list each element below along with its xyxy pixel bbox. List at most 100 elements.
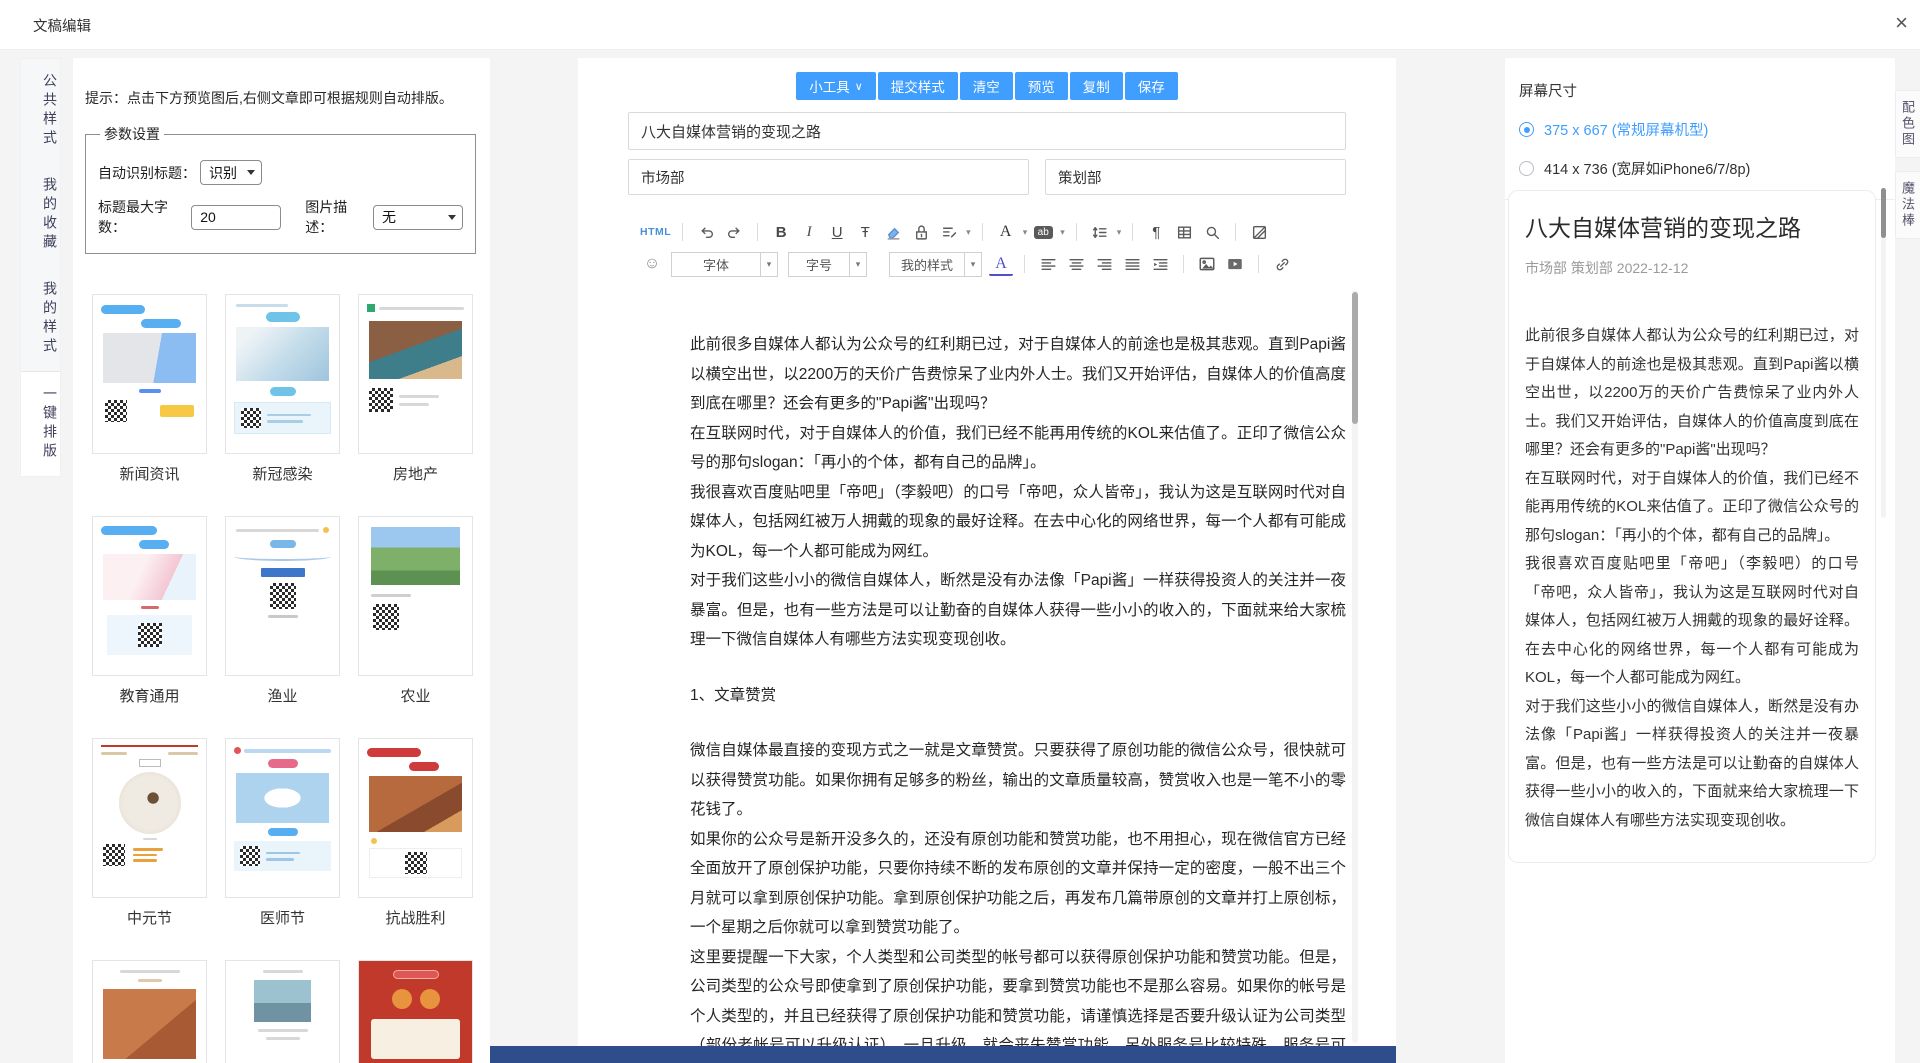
align-left-icon[interactable] [1036, 252, 1060, 276]
copy-button[interactable]: 复制 [1070, 72, 1123, 100]
template-label: 抗战胜利 [358, 907, 473, 927]
article-title-input[interactable] [628, 112, 1346, 150]
template-cell: 房地产 [358, 294, 473, 483]
screen-size-option-414[interactable]: 414 x 736 (宽屏如iPhone6/7/8p) [1519, 158, 1895, 179]
template-card-news[interactable] [92, 294, 207, 454]
window-title: 文稿编辑 [33, 15, 91, 36]
paragraph: 我很喜欢百度贴吧里「帝吧」（李毅吧）的口号「帝吧，众人皆帝」，我认为这是互联网时… [690, 478, 1346, 567]
text-rule-edit-icon[interactable] [937, 220, 961, 244]
template-art [226, 970, 339, 1040]
eraser-icon[interactable] [881, 220, 905, 244]
paragraph-mark-button[interactable]: ¶ [1144, 220, 1168, 244]
chevron-down-icon[interactable]: ▾ [966, 227, 971, 238]
insert-link-icon[interactable] [1270, 252, 1294, 276]
format-brush-icon[interactable] [909, 220, 933, 244]
chevron-down-icon[interactable]: ▾ [1060, 227, 1065, 238]
font-color-button[interactable]: A [994, 220, 1018, 244]
paragraph: 在互联网时代，对于自媒体人的价值，我们已经不能再用传统的KOL来估值了。正印了微… [690, 419, 1346, 478]
undo-icon[interactable] [694, 220, 718, 244]
scrollbar-thumb[interactable] [1881, 188, 1886, 238]
preview-body: 此前很多自媒体人都认为公众号的红利期已过，对于自媒体人的前途也是极其悲观。直到P… [1525, 322, 1859, 863]
tab-color-scheme[interactable]: 配色图 [1895, 90, 1920, 158]
template-cell: 新闻资讯 [92, 294, 207, 483]
template-art [226, 747, 339, 871]
template-art [359, 970, 472, 1059]
my-style-select[interactable]: 我的样式 ▾ [889, 252, 982, 277]
template-art [359, 748, 472, 878]
line-height-icon[interactable] [1088, 220, 1112, 244]
chevron-down-icon: ▾ [849, 253, 866, 276]
template-card-victory[interactable] [358, 738, 473, 898]
insert-video-icon[interactable] [1223, 252, 1247, 276]
toolbar-divider [982, 223, 983, 241]
template-label: 教育通用 [92, 685, 207, 705]
preview-button[interactable]: 预览 [1015, 72, 1068, 100]
template-label: 新闻资讯 [92, 463, 207, 483]
max-chars-input[interactable] [191, 205, 281, 230]
align-justify-icon[interactable] [1120, 252, 1144, 276]
tab-one-click-layout[interactable]: 一键排版 [21, 371, 60, 476]
align-right-icon[interactable] [1092, 252, 1116, 276]
template-card-partial-3[interactable] [358, 960, 473, 1063]
editor-body[interactable]: 此前很多自媒体人都认为公众号的红利期已过，对于自媒体人的前途也是极其悲观。直到P… [690, 330, 1346, 1046]
template-card-zhongyuan[interactable] [92, 738, 207, 898]
clear-format-icon[interactable] [1247, 220, 1271, 244]
image-desc-select[interactable]: 无 [373, 205, 463, 230]
clear-button[interactable]: 清空 [960, 72, 1013, 100]
table-icon[interactable] [1172, 220, 1196, 244]
toolbar-row-1: HTML B I U Ŧ ▾ A [640, 218, 1346, 246]
template-card-agriculture[interactable] [358, 516, 473, 676]
right-tool-tabs: 配色图 魔法棒 [1895, 90, 1920, 239]
paragraph: 这里要提醒一下大家，个人类型和公司类型的帐号都可以获得原创保护功能和赞赏功能。但… [690, 943, 1346, 1047]
tab-my-styles[interactable]: 我的样式 [21, 267, 60, 371]
italic-button[interactable]: I [797, 220, 821, 244]
auto-title-select[interactable]: 识别 [200, 160, 262, 185]
tools-button[interactable]: 小工具 ∨ [796, 72, 876, 100]
template-card-realestate[interactable] [358, 294, 473, 454]
author-input[interactable] [628, 159, 1029, 195]
text-style-button[interactable]: A [989, 252, 1013, 276]
html-source-button[interactable]: HTML [640, 220, 671, 244]
close-icon[interactable]: × [1895, 10, 1908, 36]
template-card-fishery[interactable] [225, 516, 340, 676]
bold-button[interactable]: B [769, 220, 793, 244]
insert-image-icon[interactable] [1195, 252, 1219, 276]
template-label: 新冠感染 [225, 463, 340, 483]
font-family-select[interactable]: 字体 ▾ [671, 252, 778, 277]
emoji-icon[interactable]: ☺ [640, 252, 664, 276]
chevron-down-icon: ▾ [760, 253, 777, 276]
toolbar-divider [682, 223, 683, 241]
save-button[interactable]: 保存 [1125, 72, 1178, 100]
template-card-partial-1[interactable] [92, 960, 207, 1063]
template-card-doctors-day[interactable] [225, 738, 340, 898]
meta-inputs [628, 159, 1346, 195]
chevron-down-icon[interactable]: ▾ [1117, 227, 1122, 238]
department-input[interactable] [1045, 159, 1346, 195]
template-card-education[interactable] [92, 516, 207, 676]
template-label: 中元节 [92, 907, 207, 927]
chevron-down-icon [448, 215, 456, 220]
tab-public-styles[interactable]: 公共样式 [21, 59, 60, 163]
tab-magic-wand[interactable]: 魔法棒 [1895, 171, 1920, 239]
scrollbar-thumb[interactable] [1352, 292, 1358, 424]
indent-icon[interactable] [1148, 252, 1172, 276]
chevron-down-icon[interactable]: ▾ [1023, 227, 1028, 238]
font-size-select[interactable]: 字号 ▾ [788, 252, 867, 277]
align-center-icon[interactable] [1064, 252, 1088, 276]
params-legend: 参数设置 [100, 124, 164, 144]
redo-icon[interactable] [722, 220, 746, 244]
search-icon[interactable] [1200, 220, 1224, 244]
background-color-button[interactable]: ab [1031, 220, 1055, 244]
screen-size-option-375[interactable]: 375 x 667 (常规屏幕机型) [1519, 119, 1895, 140]
template-card-partial-2[interactable] [225, 960, 340, 1063]
submit-style-button[interactable]: 提交样式 [878, 72, 958, 100]
image-desc-label: 图片描述： [305, 197, 369, 237]
editor-actions: 小工具 ∨ 提交样式 清空 预览 复制 保存 [628, 72, 1346, 100]
strikethrough-button[interactable]: Ŧ [853, 220, 877, 244]
section-heading: 1、文章赞赏 [690, 681, 1346, 711]
underline-button[interactable]: U [825, 220, 849, 244]
template-label: 医师节 [225, 907, 340, 927]
template-card-covid[interactable] [225, 294, 340, 454]
tab-my-favorites[interactable]: 我的收藏 [21, 163, 60, 267]
editor-scrollbar[interactable] [1352, 290, 1358, 1043]
